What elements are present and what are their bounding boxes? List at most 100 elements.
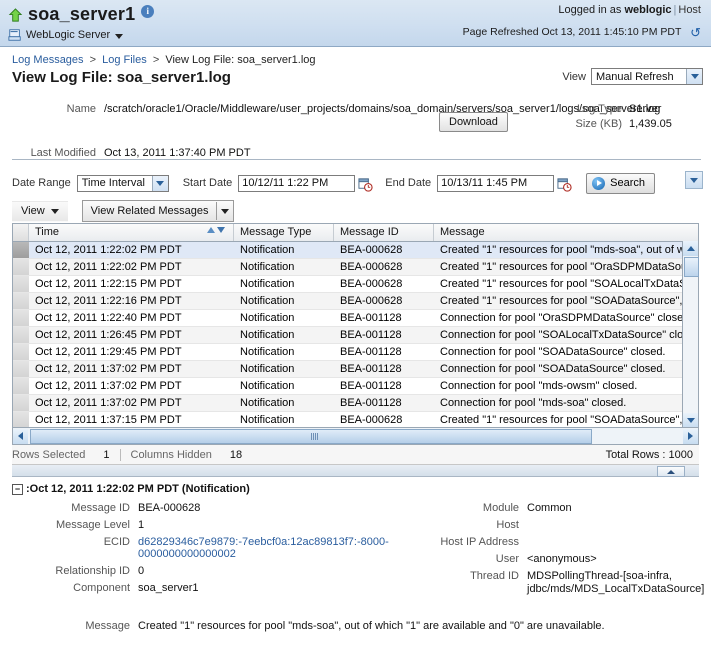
view-control: View Manual Refresh [562,68,703,85]
detail-field-label: Relationship ID [55,565,130,577]
detail-field-value[interactable]: d62829346c7e9879:-7eebcf0a:12ac89813f7:-… [138,536,412,560]
cell-sel [13,327,29,343]
detail-field-label: Thread ID [470,570,519,582]
vertical-scroll-thumb[interactable] [684,257,699,277]
chevron-down-icon [50,208,59,214]
weblogic-server-menu[interactable]: WebLogic Server [8,28,154,42]
cell-mid: BEA-000628 [340,261,403,273]
scroll-up-button[interactable] [683,241,698,256]
table-row[interactable]: Oct 12, 2011 1:37:02 PM PDT Notification B… [13,378,698,395]
table-horizontal-scrollbar[interactable] [13,427,698,444]
cell-sel [13,412,29,428]
chevron-down-icon[interactable] [217,208,233,214]
detail-field-label: User [495,553,519,565]
sort-ascending-icon[interactable] [207,227,215,233]
table-row[interactable]: Oct 12, 2011 1:22:15 PM PDT Notification B… [13,276,698,293]
logged-in-status: Logged in as weblogic | Host [558,4,701,16]
host-link[interactable]: Host [678,4,701,16]
weblogic-server-label: WebLogic Server [26,29,111,41]
cell-mtype: Notification [240,397,295,409]
view-label: View [562,70,586,83]
detail-right-column: Module Common Host Host IP Address User <anon… [412,502,704,601]
rows-selected-value: 1 [103,448,110,461]
panel-splitter[interactable] [12,465,699,477]
date-range-bar: Date Range Time Interval Start Date End … [0,169,711,197]
table-status-bar: Rows Selected 1 Columns Hidden 18 Total … [12,445,699,465]
search-button[interactable]: Search [586,172,655,194]
table-row[interactable]: Oct 12, 2011 1:26:45 PM PDT Notification B… [13,327,698,344]
start-date-input[interactable] [238,174,356,192]
view-related-messages-button[interactable]: View Related Messages [81,200,235,222]
table-row[interactable]: Oct 12, 2011 1:22:02 PM PDT Notification B… [13,242,698,259]
sort-icons[interactable] [207,227,225,233]
date-range-collapse-toggle[interactable] [685,171,703,189]
detail-field-value: <anonymous> [527,553,597,565]
cell-msg: Connection for pool "mds-soa" closed. [440,397,627,409]
scroll-left-button[interactable] [13,428,28,444]
detail-header: − :Oct 12, 2011 1:22:02 PM PDT (Notifica… [12,483,699,495]
breadcrumb-log-files[interactable]: Log Files [102,54,147,66]
table-vertical-scrollbar[interactable] [682,241,699,428]
table-row[interactable]: Oct 12, 2011 1:22:40 PM PDT Notification B… [13,310,698,327]
table-header-row: Time Message Type Message ID Message [13,224,698,242]
server-name: soa_server1 [28,4,136,24]
chevron-down-icon [115,33,124,39]
end-date-input[interactable] [437,174,555,192]
table-toolbar: View View Related Messages [12,199,699,223]
detail-field-label: Message Level [56,519,130,531]
table-row[interactable]: Oct 12, 2011 1:22:16 PM PDT Notification B… [13,293,698,310]
calendar-picker-icon[interactable] [557,177,572,192]
detail-message-row: Message Created "1" resources for pool "… [12,620,699,632]
horizontal-scroll-track[interactable] [28,429,683,444]
log-size-row: Size (KB) 1,439.05 [560,118,672,130]
splitter-collapse-button[interactable] [657,466,685,477]
cell-sel [13,378,29,394]
cell-time: Oct 12, 2011 1:22:40 PM PDT [35,312,182,324]
table-row[interactable]: Oct 12, 2011 1:37:02 PM PDT Notification B… [13,361,698,378]
breadcrumb-separator-2: > [152,54,160,66]
breadcrumb-log-messages[interactable]: Log Messages [12,54,84,66]
table-row[interactable]: Oct 12, 2011 1:22:02 PM PDT Notification B… [13,259,698,276]
start-date-label: Start Date [182,177,233,189]
detail-field-label: ECID [103,536,130,548]
date-range-value: Time Interval [81,177,145,189]
chevron-down-icon [151,175,168,191]
cell-time: Oct 12, 2011 1:37:02 PM PDT [35,363,182,375]
cell-mtype: Notification [240,261,295,273]
column-header-time[interactable]: Time [29,224,234,241]
end-date-label: End Date [385,177,432,189]
download-button[interactable]: Download [439,112,508,132]
detail-field-row: User <anonymous> [412,553,699,565]
cell-msg: Created "1" resources for pool "SOADataS… [440,414,683,426]
log-type-row: Log Type Server [560,103,672,115]
date-range-select[interactable]: Time Interval [76,174,169,192]
detail-body: Message ID BEA-000628 Message Level 1 ECID d6… [12,502,704,632]
chevron-down-icon [686,69,702,84]
view-menu-button[interactable]: View [12,200,68,222]
horizontal-scroll-thumb[interactable] [30,429,592,444]
cell-sel [13,344,29,360]
column-header-message-id[interactable]: Message ID [334,224,434,241]
table-row[interactable]: Oct 12, 2011 1:29:45 PM PDT Notification B… [13,344,698,361]
scroll-right-button[interactable] [683,428,698,444]
cell-sel [13,395,29,411]
info-icon[interactable]: i [141,5,155,18]
column-header-time-label: Time [35,226,60,238]
sort-descending-icon[interactable] [217,227,225,233]
cell-mtype: Notification [240,380,295,392]
cell-msg: Created "1" resources for pool "mds-soa"… [440,244,683,256]
table-row[interactable]: Oct 12, 2011 1:37:02 PM PDT Notification B… [13,395,698,412]
calendar-picker-icon[interactable] [358,177,373,192]
refresh-icon[interactable]: ↺ [690,25,701,41]
scroll-down-button[interactable] [683,413,698,428]
search-button-label: Search [610,177,645,189]
detail-field-value: 1 [138,519,145,531]
log-messages-table: Time Message Type Message ID Message Oct… [12,223,699,445]
cell-mid: BEA-001128 [340,329,402,341]
collapse-icon[interactable]: − [12,483,23,495]
column-header-message[interactable]: Message [434,224,683,241]
column-header-message-type[interactable]: Message Type [234,224,334,241]
view-mode-select[interactable]: Manual Refresh [591,68,703,85]
page-refreshed-row: Page Refreshed Oct 13, 2011 1:45:10 PM P… [463,23,701,41]
detail-field-label: Host IP Address [440,536,519,548]
